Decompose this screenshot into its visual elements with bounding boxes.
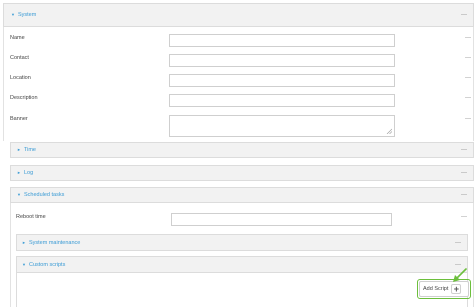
caret-right-icon: ► [17, 170, 21, 175]
reboot-time-input[interactable] [171, 213, 392, 226]
dash-icon[interactable]: — [461, 12, 467, 18]
plus-icon: + [451, 284, 462, 294]
log-header[interactable]: ► Log — [10, 165, 474, 181]
caret-down-icon: ▼ [22, 261, 26, 267]
banner-textarea[interactable] [169, 115, 395, 137]
caret-down-icon: ▼ [11, 12, 15, 17]
scheduled-tasks-panel: ▼ Scheduled tasks — Reboot time — ► System… [10, 187, 474, 307]
name-label: Name [10, 35, 25, 41]
system-header[interactable]: ▼ System — [3, 3, 474, 27]
dash-icon[interactable]: — [465, 35, 471, 41]
dash-icon[interactable]: — [461, 170, 467, 176]
caret-right-icon: ► [22, 239, 26, 245]
scheduled-tasks-title: ▼ Scheduled tasks [17, 192, 65, 198]
contact-label: Contact [10, 55, 29, 61]
custom-scripts-header[interactable]: ▼ Custom scripts — [16, 256, 468, 273]
dash-icon[interactable]: — [455, 240, 461, 246]
reboot-time-label: Reboot time [16, 214, 46, 220]
caret-right-icon: ► [17, 147, 21, 152]
location-input[interactable] [169, 74, 395, 87]
contact-input[interactable] [169, 54, 395, 67]
banner-label: Banner [10, 116, 28, 122]
description-input[interactable] [169, 94, 395, 107]
green-arrow-icon [453, 268, 467, 282]
dash-icon[interactable]: — [465, 116, 471, 122]
time-title: ► Time [17, 147, 36, 153]
dash-icon[interactable]: — [461, 214, 467, 220]
custom-scripts-title: ▼ Custom scripts [22, 261, 66, 268]
caret-down-icon: ▼ [17, 192, 21, 197]
name-input[interactable] [169, 34, 395, 47]
add-script-label: Add Script [423, 286, 449, 292]
dash-icon[interactable]: — [465, 55, 471, 61]
custom-scripts-panel: ▼ Custom scripts — [16, 256, 468, 307]
dash-icon[interactable]: — [465, 75, 471, 81]
time-header[interactable]: ► Time — [10, 142, 474, 158]
dash-icon[interactable]: — [455, 262, 461, 268]
location-label: Location [10, 75, 31, 81]
dash-icon[interactable]: — [461, 192, 467, 198]
dash-icon[interactable]: — [465, 95, 471, 101]
description-label: Description [10, 95, 38, 101]
resize-handle-icon[interactable] [386, 128, 392, 134]
dash-icon[interactable]: — [461, 147, 467, 153]
log-title: ► Log [17, 170, 34, 176]
system-title: ▼ System [11, 12, 37, 18]
system-maintenance-header[interactable]: ► System maintenance — [16, 234, 468, 251]
scheduled-tasks-header[interactable]: ▼ Scheduled tasks — [10, 187, 474, 203]
system-maintenance-title: ► System maintenance [22, 239, 81, 246]
